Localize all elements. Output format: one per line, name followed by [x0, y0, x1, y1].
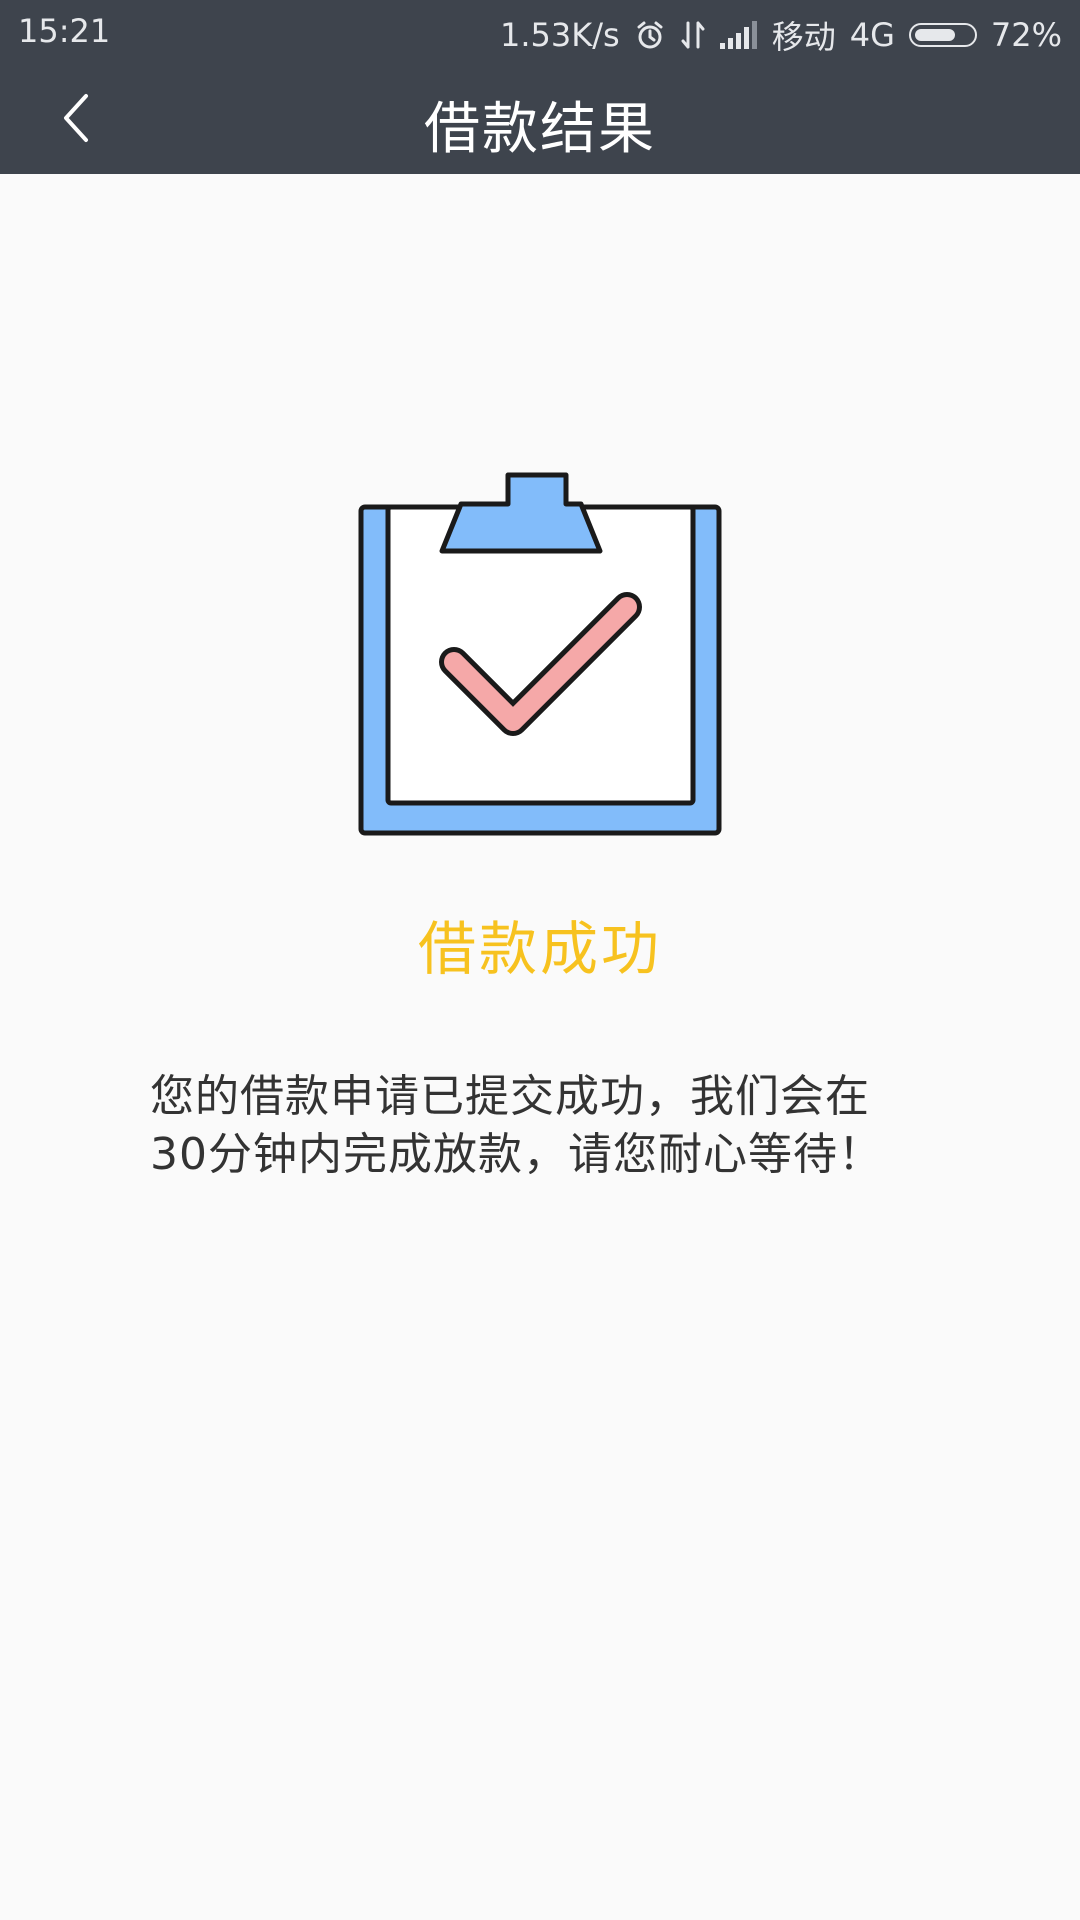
network-type-label: 4G	[849, 16, 895, 54]
battery-icon	[908, 23, 977, 47]
network-speed: 1.53K/s	[500, 16, 620, 54]
result-title: 借款成功	[417, 915, 662, 983]
navigation-bar: 借款结果	[0, 62, 1080, 174]
clipboard-check-icon	[356, 470, 724, 838]
signal-icon	[719, 21, 758, 49]
top-bar: 15:21 1.53K/s 移动 4G 72% 借款结果	[0, 0, 1080, 174]
carrier-label: 移动	[771, 18, 836, 56]
battery-percent: 72%	[990, 16, 1062, 54]
page-title: 借款结果	[424, 97, 656, 162]
result-message: 您的借款申请已提交成功，我们会在30分钟内完成放款，请您耐心等待！	[150, 1071, 883, 1180]
data-transfer-icon	[680, 19, 706, 51]
status-indicators: 1.53K/s 移动 4G 72%	[500, 12, 1062, 58]
status-time: 15:21	[18, 12, 111, 50]
alarm-icon	[634, 19, 666, 51]
battery-fill	[914, 29, 956, 41]
status-bar: 15:21 1.53K/s 移动 4G 72%	[0, 0, 1080, 62]
